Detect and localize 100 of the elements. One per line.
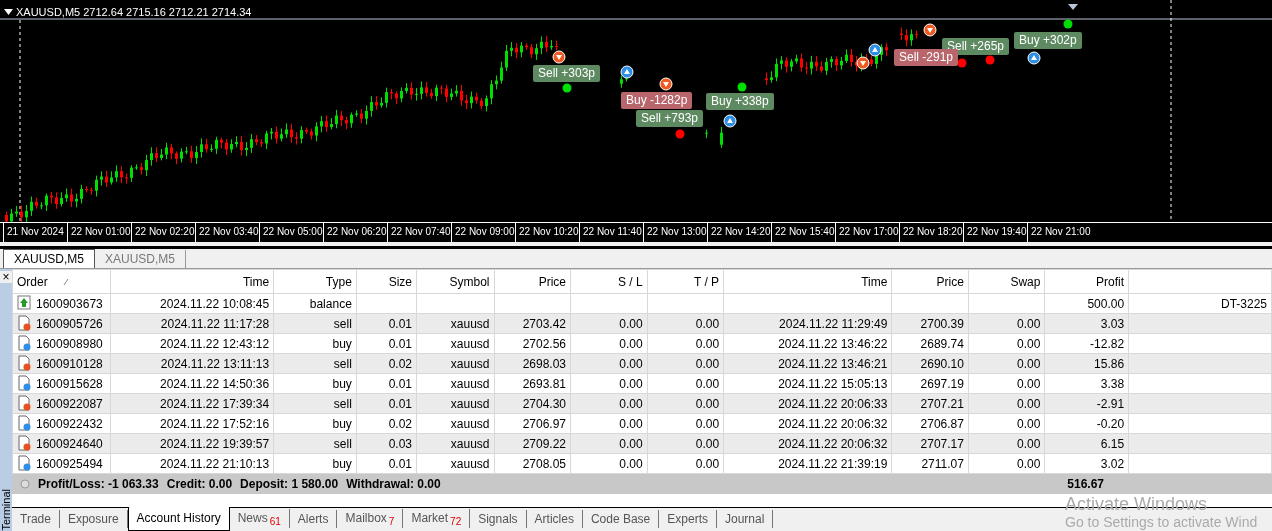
candlestick <box>240 135 243 156</box>
table-cell: xauusd <box>450 376 490 391</box>
axis-label: 22 Nov 02:20 <box>131 223 195 242</box>
order-number: 1600908980 <box>36 336 103 351</box>
candlestick <box>300 125 303 144</box>
candlestick <box>320 115 323 133</box>
balance-icon <box>17 294 31 311</box>
table-cell: -0.20 <box>1096 416 1125 431</box>
candlestick <box>830 55 833 69</box>
axis-label: 22 Nov 05:00 <box>259 223 323 242</box>
table-cell: -2.91 <box>1096 396 1125 411</box>
candlestick <box>15 205 18 218</box>
shift-marker-icon[interactable] <box>1068 4 1078 10</box>
close-point-icon <box>737 82 747 92</box>
column-header[interactable]: Symbol <box>416 269 495 294</box>
candlestick <box>900 27 903 41</box>
candlestick <box>510 41 513 57</box>
order-number: 1600905726 <box>36 316 103 331</box>
column-header[interactable]: Swap <box>968 269 1045 294</box>
terminal-tab[interactable]: Mailbox $_{7}$ <box>337 509 404 528</box>
candlestick <box>335 109 338 129</box>
close-button[interactable]: × <box>0 271 12 283</box>
table-cell: 0.01 <box>388 376 412 391</box>
buy-order-icon <box>17 374 31 391</box>
candlestick <box>295 131 298 146</box>
column-header[interactable]: Time <box>110 269 274 294</box>
table-cell: 0.00 <box>695 316 720 331</box>
candlestick <box>35 197 38 210</box>
candlestick <box>40 201 43 210</box>
chart-tab[interactable]: XAUUSD,M5 <box>95 250 187 268</box>
column-header[interactable]: Price <box>494 269 571 294</box>
column-header[interactable]: Price <box>891 269 969 294</box>
dropdown-icon[interactable] <box>4 9 13 16</box>
table-cell: sell <box>333 356 352 371</box>
axis-label: 22 Nov 17:00 <box>835 223 899 242</box>
column-header[interactable]: Time <box>723 269 892 294</box>
table-cell: 0.00 <box>619 356 643 371</box>
candlestick <box>50 191 53 204</box>
candlestick <box>385 87 388 108</box>
terminal-tab[interactable]: Account History <box>127 507 230 531</box>
table-cell: 0.00 <box>1017 396 1041 411</box>
table-cell: 0.00 <box>619 416 643 431</box>
table-cell: 2024.11.22 20:06:33 <box>778 396 888 411</box>
terminal-tab[interactable]: Journal <box>716 510 774 528</box>
axis-label: 22 Nov 01:00 <box>67 223 131 242</box>
column-header[interactable]: Size <box>356 269 417 294</box>
order-number: 1600915628 <box>36 376 103 391</box>
trade-label: Buy -1282p <box>621 92 693 109</box>
terminal-tab[interactable]: Experts <box>659 510 717 528</box>
candlestick <box>460 84 463 107</box>
candlestick <box>545 35 548 53</box>
candlestick <box>720 126 723 149</box>
candlestick <box>95 175 98 197</box>
terminal-tab[interactable]: Alerts <box>289 510 338 528</box>
candlestick <box>120 165 123 184</box>
table-cell: 2024.11.22 12:43:12 <box>159 336 270 351</box>
close-point-icon <box>985 55 995 65</box>
column-header[interactable]: T / P <box>647 269 724 294</box>
candlestick <box>70 188 73 208</box>
terminal-tab[interactable]: Code Base <box>582 510 660 528</box>
table-cell: balance <box>309 296 352 311</box>
chart-tab[interactable]: XAUUSD,M5 <box>3 249 95 268</box>
column-header[interactable]: Profit <box>1044 269 1129 294</box>
terminal-tab[interactable]: Trade <box>12 510 60 528</box>
column-header[interactable]: Type <box>273 269 357 294</box>
table-cell: 2024.11.22 14:50:36 <box>159 376 270 391</box>
terminal-tab[interactable]: Signals <box>470 510 527 528</box>
column-header[interactable]: Order <box>12 269 111 294</box>
terminal-tab[interactable]: Exposure <box>59 510 128 528</box>
candlestick <box>495 74 498 90</box>
table-cell: sell <box>333 396 352 411</box>
table-cell: 0.00 <box>695 356 720 371</box>
close-point-icon <box>675 129 685 139</box>
table-cell: 2706.87 <box>920 416 964 431</box>
terminal-tab[interactable]: Articles <box>526 510 583 528</box>
candlestick <box>480 97 483 110</box>
candlestick <box>115 164 118 183</box>
table-cell: 2711.07 <box>921 456 964 471</box>
table-cell: 2707.21 <box>920 396 964 411</box>
candlestick <box>390 88 393 100</box>
count-label: 61 <box>269 516 281 527</box>
axis-label: 22 Nov 14:20 <box>707 223 771 242</box>
table-cell: 2708.05 <box>522 456 567 471</box>
terminal-tab[interactable]: Market $_{72}$ <box>403 509 471 528</box>
candlestick <box>185 146 188 155</box>
table-cell: 2697.19 <box>920 376 964 391</box>
candlestick <box>415 87 418 102</box>
terminal-label: Terminal <box>0 489 13 531</box>
sort-icon <box>61 278 70 287</box>
column-header[interactable]: S / L <box>570 269 648 294</box>
candlestick <box>905 28 908 47</box>
table-cell: xauusd <box>450 456 490 471</box>
candlestick <box>310 128 313 140</box>
table-cell: 3.38 <box>1100 376 1125 391</box>
candlestick <box>365 105 368 126</box>
candlestick <box>30 196 33 217</box>
candlestick <box>525 42 528 51</box>
terminal-tab[interactable]: News $_{61}$ <box>229 509 290 528</box>
candlestick <box>825 57 828 76</box>
candlestick <box>105 170 108 188</box>
